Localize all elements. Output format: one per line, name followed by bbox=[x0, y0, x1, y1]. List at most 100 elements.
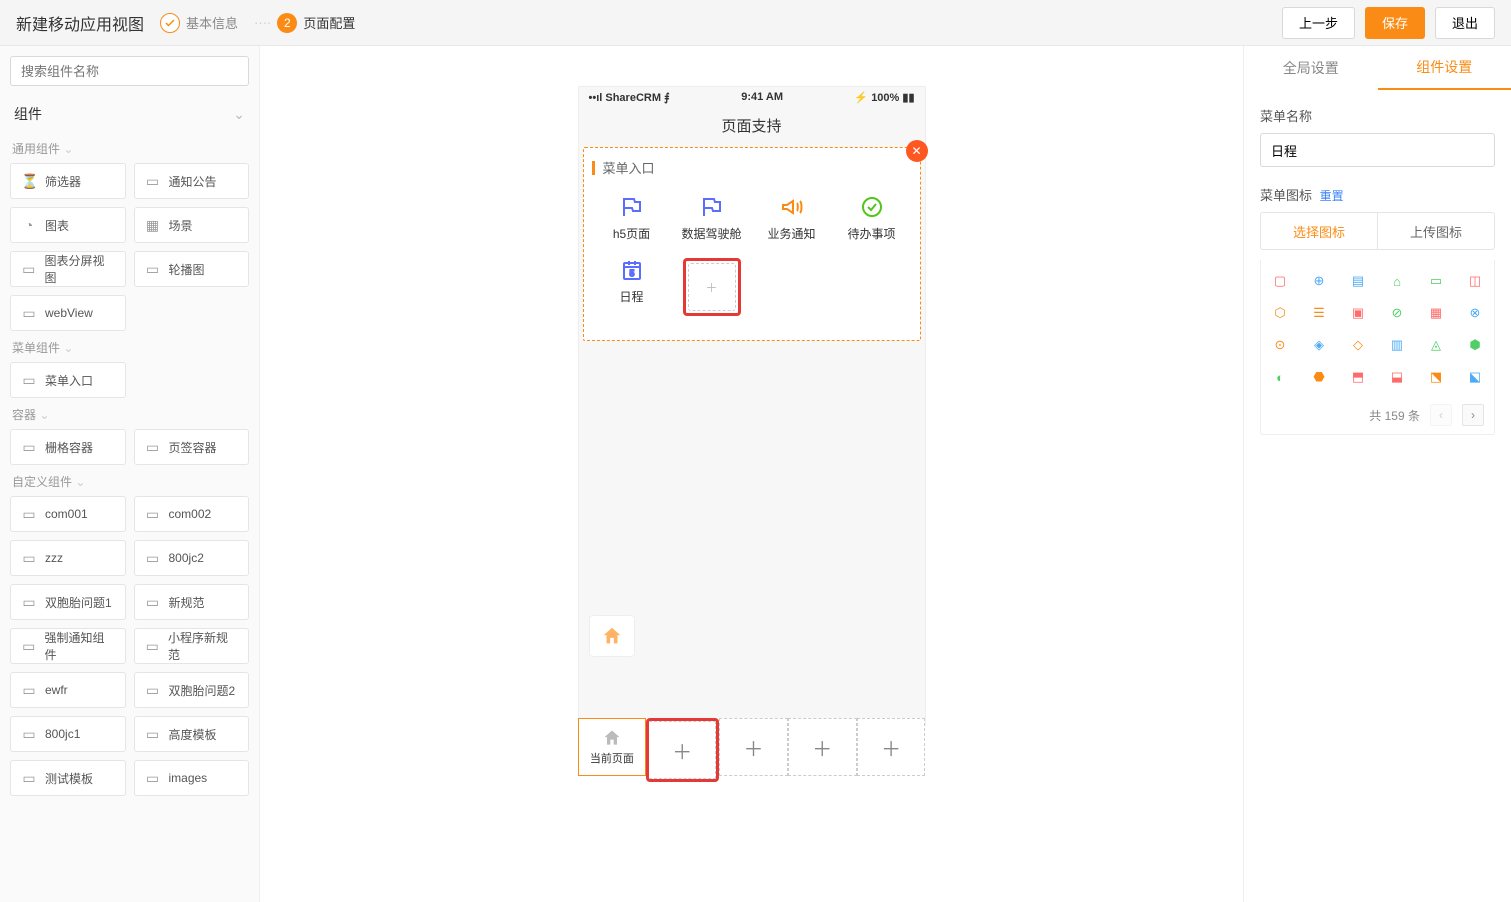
tab-add-1[interactable]: ＋ bbox=[649, 721, 716, 779]
menu-item[interactable]: 业务通知 bbox=[752, 187, 832, 250]
component-item[interactable]: ▭栅格容器 bbox=[10, 429, 126, 465]
palette-icon[interactable]: ▢ bbox=[1271, 272, 1289, 290]
component-item[interactable]: ▭双胞胎问题1 bbox=[10, 584, 126, 620]
component-item[interactable]: ◔图表 bbox=[10, 207, 126, 243]
palette-icon[interactable]: ⬓ bbox=[1388, 368, 1406, 386]
component-icon: ▭ bbox=[145, 726, 161, 743]
palette-icon[interactable]: ⬡ bbox=[1271, 304, 1289, 322]
component-icon: ▭ bbox=[145, 550, 161, 567]
tab-current[interactable]: 当前页面 bbox=[578, 718, 647, 776]
palette-icon[interactable]: ⬒ bbox=[1349, 368, 1367, 386]
palette-icon[interactable]: ⊕ bbox=[1310, 272, 1328, 290]
component-item[interactable]: ▭小程序新规范 bbox=[134, 628, 250, 664]
menu-card-title: 菜单入口 bbox=[592, 158, 912, 177]
component-icon: ▭ bbox=[21, 372, 37, 389]
group-label: 自定义组件 ⌄ bbox=[10, 465, 249, 496]
palette-icon[interactable]: ⊙ bbox=[1271, 336, 1289, 354]
reset-icon-link[interactable]: 重置 bbox=[1320, 189, 1344, 203]
component-item[interactable]: ▦场景 bbox=[134, 207, 250, 243]
step-2-badge: 2 bbox=[277, 13, 297, 33]
palette-icon[interactable]: ◈ bbox=[1310, 336, 1328, 354]
component-item[interactable]: ▭images bbox=[134, 760, 250, 796]
delete-component-button[interactable]: ✕ bbox=[906, 140, 928, 162]
exit-button[interactable]: 退出 bbox=[1435, 7, 1495, 39]
palette-icon[interactable]: ⬔ bbox=[1427, 368, 1445, 386]
menu-entry-card[interactable]: ✕ 菜单入口 h5页面数据驾驶舱业务通知待办事项5日程＋ bbox=[583, 147, 921, 341]
palette-icon[interactable]: ▭ bbox=[1427, 272, 1445, 290]
flag-icon bbox=[700, 195, 724, 219]
search-input[interactable] bbox=[10, 56, 249, 86]
plus-icon: ＋ bbox=[743, 733, 763, 762]
tab-add-4[interactable]: ＋ bbox=[857, 718, 926, 776]
component-item[interactable]: ▭ewfr bbox=[10, 672, 126, 708]
component-item[interactable]: ▭轮播图 bbox=[134, 251, 250, 287]
component-item[interactable]: ▭强制通知组件 bbox=[10, 628, 126, 664]
menu-add-slot[interactable]: ＋ bbox=[672, 250, 752, 324]
plus-icon: ＋ bbox=[688, 263, 736, 311]
component-item[interactable]: ⏳筛选器 bbox=[10, 163, 126, 199]
menu-item[interactable]: 数据驾驶舱 bbox=[672, 187, 752, 250]
palette-icon[interactable]: ⊘ bbox=[1388, 304, 1406, 322]
component-item[interactable]: ▭通知公告 bbox=[134, 163, 250, 199]
component-item[interactable]: ▭新规范 bbox=[134, 584, 250, 620]
plus-icon: ＋ bbox=[672, 736, 692, 765]
component-icon: ▭ bbox=[21, 638, 37, 655]
component-icon: ▭ bbox=[21, 682, 37, 699]
palette-icon[interactable]: ▦ bbox=[1427, 304, 1445, 322]
component-item[interactable]: ▭双胞胎问题2 bbox=[134, 672, 250, 708]
component-item[interactable]: ▭800jc2 bbox=[134, 540, 250, 576]
palette-icon[interactable]: ☰ bbox=[1310, 304, 1328, 322]
component-icon: ◔ bbox=[21, 217, 37, 233]
menu-name-input[interactable] bbox=[1260, 133, 1495, 167]
tab-select-icon[interactable]: 选择图标 bbox=[1261, 213, 1378, 249]
property-panel: 全局设置 组件设置 菜单名称 菜单图标 重置 选择图标 上传图标 ▢⊕▤⌂▭◫⬡… bbox=[1243, 46, 1511, 902]
component-item[interactable]: ▭webView bbox=[10, 295, 126, 331]
tab-add-2[interactable]: ＋ bbox=[719, 718, 788, 776]
bottom-tabbar: 当前页面 ＋ ＋ ＋ ＋ bbox=[578, 718, 926, 782]
step-1: 基本信息 bbox=[160, 13, 238, 33]
palette-icon[interactable]: ▥ bbox=[1388, 336, 1406, 354]
component-item[interactable]: ▭图表分屏视图 bbox=[10, 251, 126, 287]
palette-icon[interactable]: ▤ bbox=[1349, 272, 1367, 290]
tab-global-settings[interactable]: 全局设置 bbox=[1244, 46, 1378, 90]
palette-icon[interactable]: ◫ bbox=[1466, 272, 1484, 290]
palette-icon[interactable]: ⌂ bbox=[1388, 272, 1406, 290]
palette-icon[interactable]: ⬣ bbox=[1310, 368, 1328, 386]
phone-page-title: 页面支持 bbox=[579, 107, 925, 143]
group-label: 通用组件 ⌄ bbox=[10, 132, 249, 163]
component-icon: ▭ bbox=[145, 173, 161, 190]
component-item[interactable]: ▭com002 bbox=[134, 496, 250, 532]
check-icon bbox=[160, 13, 180, 33]
save-button[interactable]: 保存 bbox=[1365, 7, 1425, 39]
accordion-components[interactable]: 组件 ⌄ bbox=[10, 96, 249, 132]
component-item[interactable]: ▭com001 bbox=[10, 496, 126, 532]
palette-icon[interactable]: ◬ bbox=[1427, 336, 1445, 354]
component-item[interactable]: ▭zzz bbox=[10, 540, 126, 576]
group-label: 菜单组件 ⌄ bbox=[10, 331, 249, 362]
menu-item[interactable]: 5日程 bbox=[592, 250, 672, 324]
palette-icon[interactable]: ⊗ bbox=[1466, 304, 1484, 322]
component-item[interactable]: ▭800jc1 bbox=[10, 716, 126, 752]
menu-item[interactable]: 待办事项 bbox=[832, 187, 912, 250]
prev-button[interactable]: 上一步 bbox=[1282, 7, 1355, 39]
component-item[interactable]: ▭高度模板 bbox=[134, 716, 250, 752]
tab-upload-icon[interactable]: 上传图标 bbox=[1378, 213, 1494, 249]
palette-icon[interactable]: ▣ bbox=[1349, 304, 1367, 322]
tab-component-settings[interactable]: 组件设置 bbox=[1378, 46, 1511, 90]
component-item[interactable]: ▭页签容器 bbox=[134, 429, 250, 465]
component-icon: ▭ bbox=[21, 439, 37, 456]
palette-icon[interactable]: ⬕ bbox=[1466, 368, 1484, 386]
plus-icon: ＋ bbox=[812, 733, 832, 762]
pager-prev[interactable]: ‹ bbox=[1430, 404, 1452, 426]
menu-item[interactable]: h5页面 bbox=[592, 187, 672, 250]
palette-icon[interactable]: ⬢ bbox=[1466, 336, 1484, 354]
component-item[interactable]: ▭菜单入口 bbox=[10, 362, 126, 398]
tab-add-3[interactable]: ＋ bbox=[788, 718, 857, 776]
component-icon: ▭ bbox=[145, 594, 161, 611]
component-item[interactable]: ▭测试模板 bbox=[10, 760, 126, 796]
palette-icon[interactable]: ◐ bbox=[1271, 368, 1289, 386]
component-icon: ▭ bbox=[21, 506, 37, 523]
pager-next[interactable]: › bbox=[1462, 404, 1484, 426]
horn-icon bbox=[780, 195, 804, 219]
palette-icon[interactable]: ◇ bbox=[1349, 336, 1367, 354]
